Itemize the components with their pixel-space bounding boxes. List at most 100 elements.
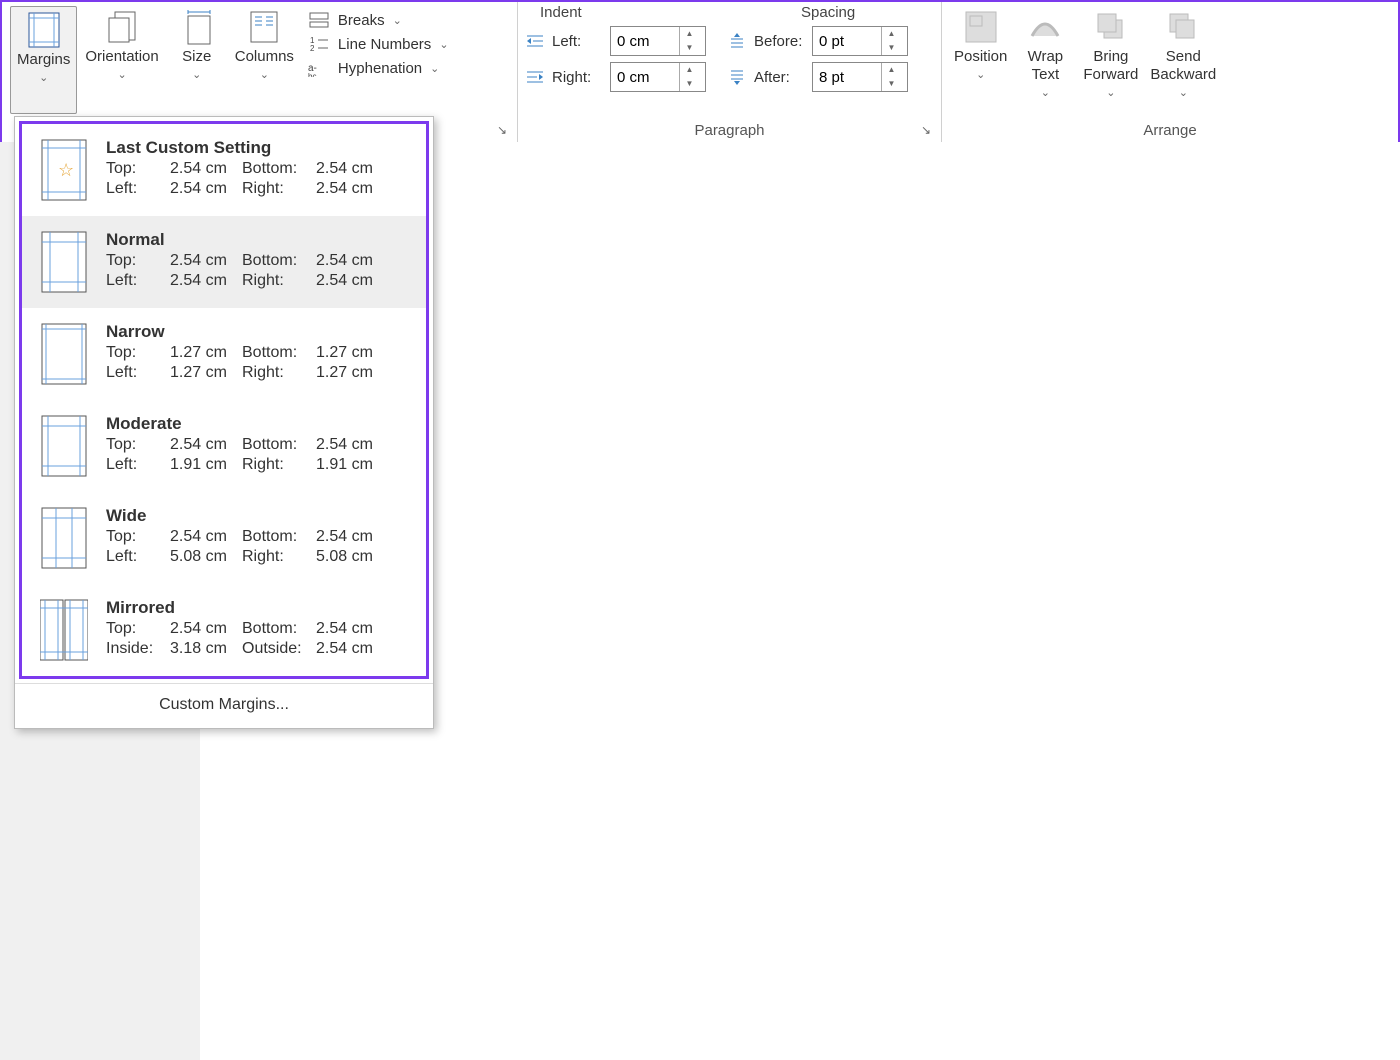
chevron-down-icon: ⌄ bbox=[260, 68, 269, 81]
chevron-down-icon: ⌄ bbox=[192, 68, 201, 81]
paragraph-dialog-launcher[interactable]: ↘ bbox=[921, 123, 935, 137]
margin-preset-icon bbox=[40, 322, 88, 386]
indent-heading: Indent bbox=[524, 4, 721, 21]
margin-option-text: MirroredTop:2.54 cmBottom:2.54 cmInside:… bbox=[106, 598, 416, 658]
margins-options-list: ☆Last Custom SettingTop:2.54 cmBottom:2.… bbox=[19, 121, 429, 679]
indent-left-input[interactable]: ▲▼ bbox=[610, 26, 706, 56]
spacing-after-label: After: bbox=[754, 69, 806, 86]
spacing-heading: Spacing bbox=[721, 4, 935, 21]
spin-up-icon[interactable]: ▲ bbox=[680, 63, 699, 77]
spin-up-icon[interactable]: ▲ bbox=[882, 63, 901, 77]
margin-preset-icon bbox=[40, 506, 88, 570]
indent-right-input[interactable]: ▲▼ bbox=[610, 62, 706, 92]
svg-text:2: 2 bbox=[310, 44, 315, 53]
position-label: Position bbox=[954, 48, 1007, 66]
breaks-icon bbox=[308, 11, 330, 29]
margins-icon bbox=[25, 11, 63, 49]
bring-forward-button: Bring Forward ⌄ bbox=[1077, 4, 1144, 122]
spin-down-icon[interactable]: ▼ bbox=[882, 77, 901, 91]
custom-margins-button[interactable]: Custom Margins... bbox=[15, 683, 433, 728]
line-numbers-label: Line Numbers bbox=[338, 36, 431, 53]
spacing-before-icon bbox=[726, 32, 748, 50]
wrap-text-button: Wrap Text ⌄ bbox=[1013, 4, 1077, 122]
margins-label: Margins bbox=[17, 51, 70, 69]
send-backward-label: Send Backward bbox=[1150, 48, 1216, 84]
margin-preset-icon bbox=[40, 230, 88, 294]
chevron-down-icon: ⌄ bbox=[976, 68, 985, 81]
columns-label: Columns bbox=[235, 48, 294, 66]
indent-right-icon bbox=[524, 68, 546, 86]
chevron-down-icon: ⌄ bbox=[393, 14, 402, 27]
spin-up-icon[interactable]: ▲ bbox=[882, 27, 901, 41]
margin-option-text: NormalTop:2.54 cmBottom:2.54 cmLeft:2.54… bbox=[106, 230, 416, 290]
margin-option-title: Wide bbox=[106, 506, 416, 526]
margin-option-moderate[interactable]: ModerateTop:2.54 cmBottom:2.54 cmLeft:1.… bbox=[22, 400, 426, 492]
line-numbers-button[interactable]: 12 Line Numbers ⌄ bbox=[308, 32, 449, 56]
orientation-icon bbox=[103, 8, 141, 46]
chevron-down-icon: ⌄ bbox=[1179, 86, 1188, 99]
hyphenation-label: Hyphenation bbox=[338, 60, 422, 77]
margin-option-title: Moderate bbox=[106, 414, 416, 434]
breaks-button[interactable]: Breaks ⌄ bbox=[308, 8, 449, 32]
margin-preset-icon: ☆ bbox=[40, 138, 88, 202]
spin-down-icon[interactable]: ▼ bbox=[680, 77, 699, 91]
spin-down-icon[interactable]: ▼ bbox=[680, 41, 699, 55]
indent-left-icon bbox=[524, 32, 546, 50]
chevron-down-icon: ⌄ bbox=[117, 68, 126, 81]
bring-forward-label: Bring Forward bbox=[1083, 48, 1138, 84]
margin-option-values: Top:2.54 cmBottom:2.54 cmInside:3.18 cmO… bbox=[106, 620, 416, 658]
send-backward-icon bbox=[1164, 8, 1202, 46]
margin-option-text: WideTop:2.54 cmBottom:2.54 cmLeft:5.08 c… bbox=[106, 506, 416, 566]
chevron-down-icon: ⌄ bbox=[39, 71, 48, 84]
margin-option-values: Top:2.54 cmBottom:2.54 cmLeft:2.54 cmRig… bbox=[106, 160, 416, 198]
margin-option-mirrored[interactable]: MirroredTop:2.54 cmBottom:2.54 cmInside:… bbox=[22, 584, 426, 676]
margin-option-text: Last Custom SettingTop:2.54 cmBottom:2.5… bbox=[106, 138, 416, 198]
chevron-down-icon: ⌄ bbox=[439, 38, 448, 51]
margin-option-wide[interactable]: WideTop:2.54 cmBottom:2.54 cmLeft:5.08 c… bbox=[22, 492, 426, 584]
margin-option-last-custom-setting[interactable]: ☆ Last Custom SettingTop:2.54 cmBottom:2.… bbox=[22, 124, 426, 216]
spacing-after-input[interactable]: ▲▼ bbox=[812, 62, 908, 92]
chevron-down-icon: ⌄ bbox=[1106, 86, 1115, 99]
margin-option-values: Top:2.54 cmBottom:2.54 cmLeft:1.91 cmRig… bbox=[106, 436, 416, 474]
indent-left-label: Left: bbox=[552, 33, 604, 50]
group-arrange: Position ⌄ Wrap Text ⌄ Bring Forward ⌄ S… bbox=[942, 2, 1398, 143]
hyphenation-icon: a-bc bbox=[308, 59, 330, 77]
margin-option-narrow[interactable]: NarrowTop:1.27 cmBottom:1.27 cmLeft:1.27… bbox=[22, 308, 426, 400]
spin-down-icon[interactable]: ▼ bbox=[882, 41, 901, 55]
group-paragraph: Indent Spacing Left: ▲▼ Before: ▲▼ Right… bbox=[518, 2, 942, 143]
margin-option-values: Top:1.27 cmBottom:1.27 cmLeft:1.27 cmRig… bbox=[106, 344, 416, 382]
breaks-label: Breaks bbox=[338, 12, 385, 29]
margin-option-text: NarrowTop:1.27 cmBottom:1.27 cmLeft:1.27… bbox=[106, 322, 416, 382]
svg-text:bc: bc bbox=[308, 72, 316, 77]
group-paragraph-label: Paragraph bbox=[518, 122, 941, 143]
indent-right-label: Right: bbox=[552, 69, 604, 86]
wrap-text-icon bbox=[1026, 8, 1064, 46]
orientation-label: Orientation bbox=[85, 48, 158, 66]
margin-preset-icon bbox=[40, 414, 88, 478]
page-setup-dialog-launcher[interactable]: ↘ bbox=[497, 123, 511, 137]
margins-dropdown: ☆Last Custom SettingTop:2.54 cmBottom:2.… bbox=[14, 116, 434, 729]
send-backward-button: Send Backward ⌄ bbox=[1144, 4, 1222, 122]
margin-option-text: ModerateTop:2.54 cmBottom:2.54 cmLeft:1.… bbox=[106, 414, 416, 474]
margins-button[interactable]: Margins ⌄ bbox=[10, 6, 77, 114]
position-icon bbox=[962, 8, 1000, 46]
margin-option-values: Top:2.54 cmBottom:2.54 cmLeft:2.54 cmRig… bbox=[106, 252, 416, 290]
margin-option-title: Last Custom Setting bbox=[106, 138, 416, 158]
spin-up-icon[interactable]: ▲ bbox=[680, 27, 699, 41]
spacing-before-input[interactable]: ▲▼ bbox=[812, 26, 908, 56]
hyphenation-button[interactable]: a-bc Hyphenation ⌄ bbox=[308, 56, 449, 80]
spacing-after-icon bbox=[726, 68, 748, 86]
margin-option-values: Top:2.54 cmBottom:2.54 cmLeft:5.08 cmRig… bbox=[106, 528, 416, 566]
columns-icon bbox=[245, 8, 283, 46]
margin-option-normal[interactable]: NormalTop:2.54 cmBottom:2.54 cmLeft:2.54… bbox=[22, 216, 426, 308]
margin-option-title: Normal bbox=[106, 230, 416, 250]
margin-preset-icon bbox=[40, 598, 88, 662]
chevron-down-icon: ⌄ bbox=[430, 62, 439, 75]
svg-text:☆: ☆ bbox=[58, 160, 74, 180]
size-label: Size bbox=[182, 48, 211, 66]
line-numbers-icon: 12 bbox=[308, 35, 330, 53]
chevron-down-icon: ⌄ bbox=[1041, 86, 1050, 99]
margin-option-title: Mirrored bbox=[106, 598, 416, 618]
spacing-before-label: Before: bbox=[754, 33, 806, 50]
position-button: Position ⌄ bbox=[948, 4, 1013, 122]
